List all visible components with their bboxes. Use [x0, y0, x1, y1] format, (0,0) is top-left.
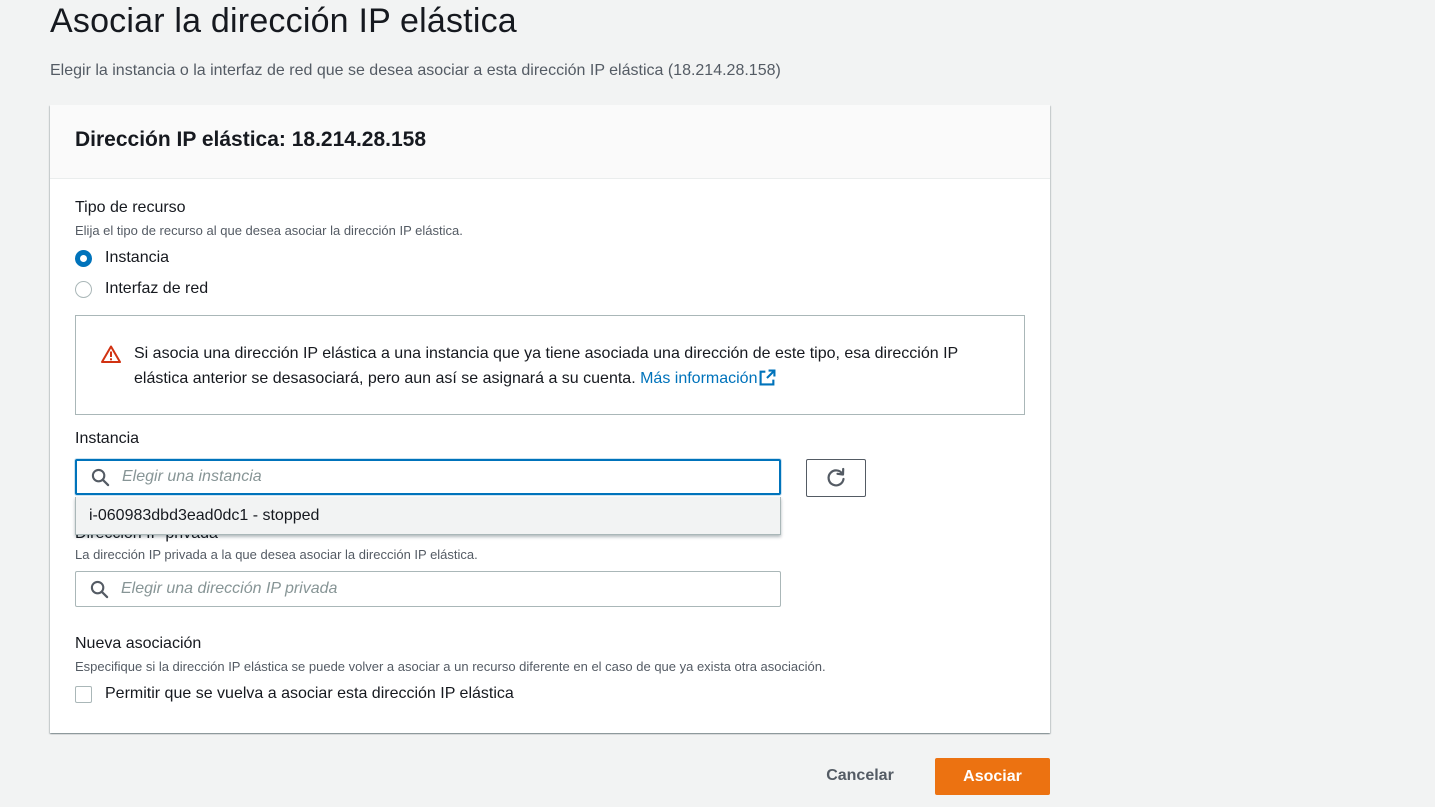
alert-message: Si asocia una dirección IP elástica a un… — [134, 341, 994, 391]
associate-button[interactable]: Asociar — [935, 758, 1050, 795]
warning-icon — [101, 345, 121, 363]
page-title: Asociar la dirección IP elástica — [50, 2, 517, 40]
warning-alert: Si asocia una dirección IP elástica a un… — [75, 315, 1025, 415]
search-icon — [90, 580, 109, 598]
private-ip-description: La dirección IP privada a la que desea a… — [75, 547, 478, 562]
external-link-icon — [760, 369, 776, 386]
cancel-button[interactable]: Cancelar — [800, 758, 920, 794]
learn-more-link-label: Más información — [640, 370, 758, 387]
private-ip-placeholder: Elegir una dirección IP privada — [121, 580, 338, 597]
private-ip-search-input[interactable]: Elegir una dirección IP privada — [75, 571, 781, 607]
search-icon — [91, 468, 110, 486]
alert-text: Si asocia una dirección IP elástica a un… — [134, 345, 958, 387]
radio-instance[interactable]: Instancia — [75, 249, 169, 267]
panel-title: Dirección IP elástica: 18.214.28.158 — [75, 128, 427, 151]
elastic-ip-panel: Dirección IP elástica: 18.214.28.158 Tip… — [50, 105, 1050, 733]
reassociation-label: Nueva asociación — [75, 635, 202, 652]
refresh-icon — [827, 467, 845, 487]
page: Asociar la dirección IP elástica Elegir … — [0, 0, 1435, 807]
resource-type-label: Tipo de recurso — [75, 199, 186, 216]
allow-reassociation-label: Permitir que se vuelva a asociar esta di… — [105, 685, 514, 702]
reassociation-description: Especifique si la dirección IP elástica … — [75, 659, 826, 674]
allow-reassociation-checkbox[interactable]: Permitir que se vuelva a asociar esta di… — [75, 685, 514, 703]
instance-option[interactable]: i-060983dbd3ead0dc1 - stopped — [89, 507, 319, 525]
learn-more-link[interactable]: Más información — [640, 369, 776, 387]
instance-label: Instancia — [75, 430, 140, 447]
radio-instance-control[interactable] — [75, 249, 92, 267]
instance-dropdown: i-060983dbd3ead0dc1 - stopped — [75, 497, 781, 535]
radio-network-interface-control[interactable] — [75, 280, 92, 298]
radio-instance-label: Instancia — [105, 249, 170, 266]
refresh-button[interactable] — [806, 459, 866, 497]
allow-reassociation-checkbox-control[interactable] — [75, 685, 92, 703]
resource-type-description: Elija el tipo de recurso al que desea as… — [75, 223, 463, 238]
panel-header: Dirección IP elástica: 18.214.28.158 — [50, 105, 1050, 179]
radio-network-interface[interactable]: Interfaz de red — [75, 280, 208, 298]
instance-search-input[interactable]: Elegir una instancia — [75, 459, 781, 495]
page-subtitle: Elegir la instancia o la interfaz de red… — [50, 62, 781, 79]
radio-network-interface-label: Interfaz de red — [105, 280, 209, 297]
instance-search-placeholder: Elegir una instancia — [122, 468, 262, 485]
